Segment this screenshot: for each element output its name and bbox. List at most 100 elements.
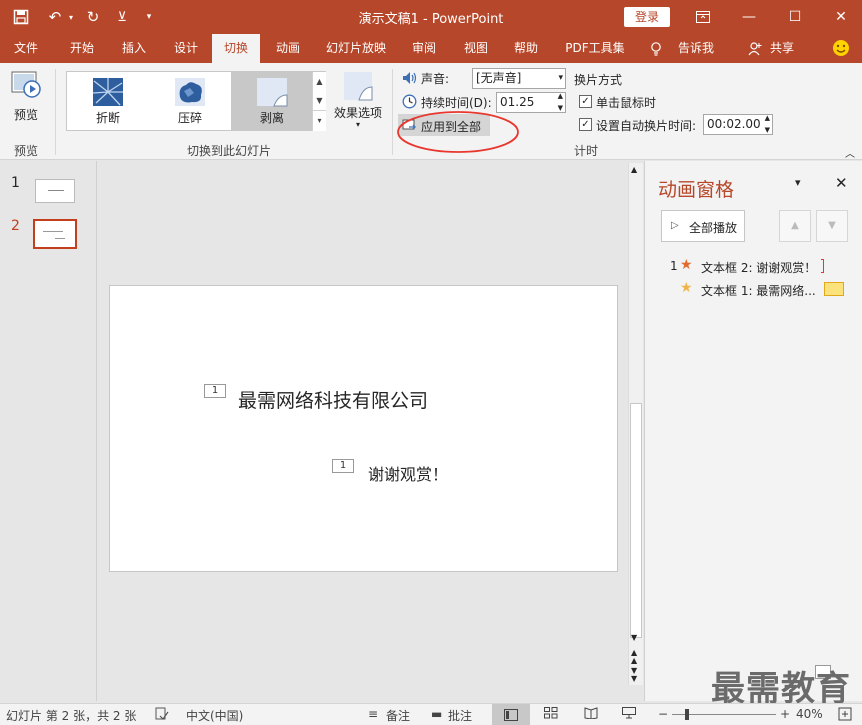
animation-item[interactable]: 1 ★ 文本框 2: 谢谢观赏！: [659, 257, 859, 277]
comments-button[interactable]: 批注: [448, 707, 472, 724]
start-from-beginning-icon[interactable]: ⊻: [110, 6, 134, 28]
animation-marker: 1: [204, 384, 226, 398]
tab-pdf-tools[interactable]: PDF工具集: [558, 34, 632, 63]
undo-icon[interactable]: ↶: [44, 6, 66, 28]
timing-group-label: 计时: [573, 144, 598, 158]
status-bar: 幻灯片 第 2 张，共 2 张 中文(中国) ≡ 备注 ▬ 批注 − + 40%: [0, 703, 862, 725]
after-time-checkbox[interactable]: ✓: [579, 118, 592, 131]
play-icon: ▷: [671, 220, 679, 231]
slide-show-view-button[interactable]: [622, 707, 636, 722]
effect-options-dropdown-icon: ▾: [355, 120, 360, 129]
fit-to-window-icon[interactable]: [838, 707, 852, 724]
sound-value: [无声音]: [476, 71, 522, 85]
gallery-scroll-down[interactable]: ▼: [312, 91, 326, 110]
tab-animations[interactable]: 动画: [266, 34, 310, 63]
tab-insert[interactable]: 插入: [112, 34, 156, 63]
duration-spinner[interactable]: ▲ ▼: [558, 90, 563, 114]
tell-me-search[interactable]: 告诉我: [668, 34, 724, 63]
play-all-label: 全部播放: [689, 221, 738, 235]
crush-icon: [175, 78, 205, 106]
notes-icon: ≡: [368, 707, 379, 721]
slide-count-status: 幻灯片 第 2 张，共 2 张: [6, 709, 137, 723]
slide-thumbnail-active[interactable]: [33, 219, 77, 249]
scroll-up-icon[interactable]: ▲: [631, 165, 637, 174]
spellcheck-icon[interactable]: [155, 707, 169, 724]
vertical-scrollbar[interactable]: ▲ ▼ ▲ ▲ ▼ ▼: [628, 163, 643, 685]
tab-review[interactable]: 审阅: [402, 34, 446, 63]
scroll-down-icon[interactable]: ▼: [631, 633, 637, 642]
after-time-field[interactable]: 00:02.00 ▲ ▼: [703, 114, 773, 135]
animation-item[interactable]: ★ 文本框 1: 最需网络...: [659, 280, 859, 300]
preview-label: 预览: [13, 108, 38, 122]
tab-help[interactable]: 帮助: [504, 34, 548, 63]
slide-thumbnail[interactable]: [35, 179, 75, 203]
normal-view-button[interactable]: [492, 704, 530, 725]
pane-close-icon[interactable]: ✕: [835, 174, 848, 192]
slide-number: 1: [11, 175, 20, 191]
reading-view-button[interactable]: [584, 707, 598, 722]
comments-icon: ▬: [431, 707, 443, 721]
notes-button[interactable]: 备注: [386, 707, 410, 724]
slide-textbox-company[interactable]: 最需网络科技有限公司: [238, 386, 428, 413]
redo-icon[interactable]: ↻: [82, 6, 104, 28]
language-status[interactable]: 中文(中国): [186, 707, 243, 724]
gallery-scroll-up[interactable]: ▲: [312, 72, 326, 91]
effect-options-icon: [344, 72, 373, 101]
animation-pane-title: 动画窗格: [658, 179, 735, 201]
smiley-feedback-icon[interactable]: [830, 34, 852, 63]
after-time-value: 00:02.00: [707, 117, 761, 131]
star-icon: ★: [680, 280, 693, 296]
lightbulb-icon: [648, 34, 664, 63]
transition-crush[interactable]: 压碎: [149, 72, 231, 130]
minimize-icon[interactable]: —: [726, 0, 772, 34]
ribbon-separator: [55, 69, 56, 155]
move-earlier-button[interactable]: ▲: [779, 210, 811, 242]
slide-sorter-view-button[interactable]: [544, 707, 558, 722]
transition-peel-off[interactable]: 剥离: [231, 72, 313, 130]
sound-icon: [402, 71, 418, 88]
zoom-out-button[interactable]: −: [658, 707, 668, 721]
ribbon-tabs: 文件 开始 插入 设计 切换 动画 幻灯片放映 审阅 视图 帮助 PDF工具集 …: [0, 34, 862, 63]
next-slide-icon[interactable]: ▼ ▼: [631, 667, 637, 683]
slide-number: 2: [11, 218, 20, 234]
scroll-thumb[interactable]: [630, 403, 642, 638]
pane-options-dropdown-icon[interactable]: ▾: [795, 176, 801, 189]
zoom-in-button[interactable]: +: [780, 707, 790, 721]
sound-select[interactable]: [无声音] ▾: [472, 68, 566, 89]
tab-file[interactable]: 文件: [4, 34, 48, 63]
previous-slide-icon[interactable]: ▲ ▲: [631, 649, 637, 665]
animation-item-number: 1: [670, 259, 678, 273]
maximize-icon[interactable]: ☐: [772, 0, 818, 34]
on-mouse-click-checkbox[interactable]: ✓: [579, 95, 592, 108]
customize-quick-access-icon[interactable]: ▾: [142, 6, 156, 28]
effect-options-button[interactable]: 效果选项 ▾: [332, 71, 384, 135]
gallery-more[interactable]: ▾: [312, 110, 326, 131]
undo-dropdown-icon[interactable]: ▾: [66, 6, 76, 28]
close-icon[interactable]: ✕: [818, 0, 862, 34]
preview-button[interactable]: 预览: [6, 69, 46, 127]
collapse-ribbon-icon[interactable]: ︿: [845, 145, 855, 160]
timing-bar: [821, 259, 824, 273]
share-button[interactable]: 共享: [764, 34, 800, 63]
tab-view[interactable]: 视图: [454, 34, 498, 63]
after-time-spinner[interactable]: ▲ ▼: [765, 112, 770, 136]
play-all-button[interactable]: ▷ 全部播放: [661, 210, 745, 242]
tab-design[interactable]: 设计: [164, 34, 208, 63]
animation-marker: 1: [332, 459, 354, 473]
tab-slide-show[interactable]: 幻灯片放映: [318, 34, 394, 63]
login-button[interactable]: 登录: [624, 7, 670, 27]
timing-bar: [824, 282, 844, 296]
transition-fracture[interactable]: 折断: [67, 72, 149, 130]
slide-canvas[interactable]: 1 最需网络科技有限公司 1 谢谢观赏！: [109, 285, 618, 572]
move-later-button[interactable]: ▼: [816, 210, 848, 242]
zoom-level[interactable]: 40%: [796, 707, 823, 721]
share-person-icon: [746, 34, 764, 63]
ribbon-display-options-icon[interactable]: [680, 0, 726, 34]
tab-home[interactable]: 开始: [60, 34, 104, 63]
save-icon[interactable]: [10, 6, 32, 28]
fracture-icon: [92, 78, 123, 106]
effect-options-label: 效果选项: [333, 106, 382, 120]
zoom-slider-handle[interactable]: [685, 709, 689, 720]
slide-textbox-thanks[interactable]: 谢谢观赏！: [368, 461, 448, 485]
tab-transitions[interactable]: 切换: [212, 34, 260, 63]
